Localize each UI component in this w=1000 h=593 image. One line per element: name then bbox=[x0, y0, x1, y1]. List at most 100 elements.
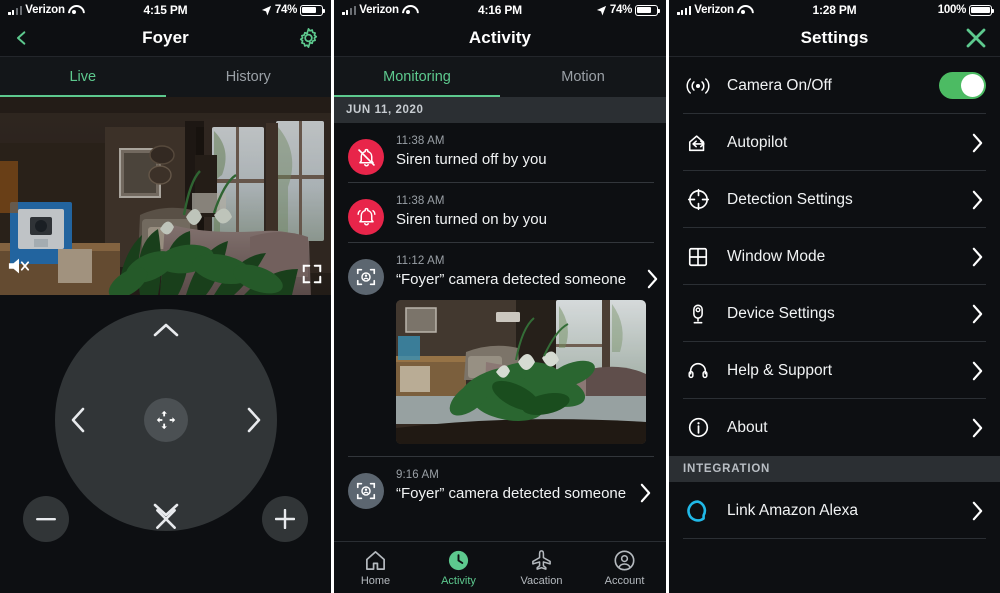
event-time: 11:12 AM bbox=[396, 254, 445, 267]
chevron-right-icon bbox=[972, 247, 983, 266]
settings-button[interactable] bbox=[298, 28, 319, 49]
panel-live-camera: Verizon 4:15 PM 74% Foyer Live History bbox=[0, 0, 331, 593]
battery-percent-label: 74% bbox=[274, 4, 297, 16]
ptz-recenter-button[interactable] bbox=[143, 398, 188, 442]
activity-event-row[interactable]: 11:12 AM “Foyer” camera detected someone bbox=[334, 243, 666, 458]
chevron-right-icon bbox=[972, 190, 983, 209]
minus-icon bbox=[36, 518, 56, 521]
settings-row-device-settings[interactable]: Device Settings bbox=[669, 285, 1000, 342]
tab-history[interactable]: History bbox=[166, 57, 332, 97]
chevron-right-icon bbox=[972, 361, 983, 380]
battery-percent-label: 74% bbox=[609, 4, 632, 16]
settings-row-chevron bbox=[971, 418, 986, 438]
ptz-control-area bbox=[0, 295, 331, 553]
activity-event-row[interactable]: 9:16 AM “Foyer” camera detected someone bbox=[334, 457, 666, 517]
settings-row-window-mode[interactable]: Window Mode bbox=[669, 228, 1000, 285]
activity-event-list[interactable]: 11:38 AM Siren turned off by you 11:38 A… bbox=[334, 123, 666, 541]
tab-vacation[interactable]: Vacation bbox=[500, 542, 583, 593]
settings-row-label: Help & Support bbox=[727, 361, 833, 379]
settings-row-chevron bbox=[971, 133, 986, 153]
nav-bar-activity: Activity bbox=[334, 20, 666, 57]
chevron-right-icon bbox=[972, 501, 983, 520]
home-arrows-icon bbox=[683, 132, 713, 154]
event-time: 11:38 AM bbox=[396, 194, 445, 207]
status-right-group: 74% bbox=[596, 4, 661, 16]
status-right-group: 100% bbox=[938, 4, 995, 16]
ptz-right-button[interactable] bbox=[245, 406, 263, 434]
event-detail-chevron[interactable] bbox=[646, 269, 663, 289]
tab-motion-label: Motion bbox=[561, 69, 605, 85]
settings-row-autopilot[interactable]: Autopilot bbox=[669, 114, 1000, 171]
chevron-right-icon bbox=[972, 133, 983, 152]
tab-home[interactable]: Home bbox=[334, 542, 417, 593]
tab-live-label: Live bbox=[69, 69, 97, 85]
live-video-feed[interactable] bbox=[0, 97, 331, 295]
settings-row-about[interactable]: About bbox=[669, 399, 1000, 456]
close-x-icon bbox=[966, 28, 986, 48]
zoom-in-button[interactable] bbox=[262, 496, 308, 542]
ptz-up-button[interactable] bbox=[152, 321, 180, 339]
airplane-icon bbox=[532, 549, 551, 570]
close-ptz-button[interactable] bbox=[153, 506, 179, 532]
settings-row-link-amazon-alexa[interactable]: Link Amazon Alexa bbox=[669, 482, 1000, 539]
location-arrow-icon bbox=[261, 5, 271, 16]
fullscreen-expand-icon[interactable] bbox=[301, 263, 323, 285]
tab-motion[interactable]: Motion bbox=[500, 57, 666, 97]
tab-live[interactable]: Live bbox=[0, 57, 166, 97]
settings-row-label: Autopilot bbox=[727, 133, 788, 151]
bell-ringing-icon bbox=[348, 198, 384, 235]
event-text: “Foyer” camera detected someone bbox=[396, 485, 627, 503]
alexa-icon bbox=[683, 499, 713, 523]
settings-row-camera-on-off[interactable]: Camera On/Off bbox=[669, 57, 1000, 114]
activity-event-row[interactable]: 11:38 AM Siren turned off by you bbox=[334, 123, 666, 183]
settings-row-detection-settings[interactable]: Detection Settings bbox=[669, 171, 1000, 228]
gear-icon bbox=[299, 28, 318, 48]
tab-bar-live-history: Live History bbox=[0, 57, 331, 97]
status-right-group: 74% bbox=[261, 4, 326, 16]
settings-row-chevron bbox=[971, 361, 986, 381]
tab-monitoring-label: Monitoring bbox=[383, 69, 451, 85]
activity-event-row[interactable]: 11:38 AM Siren turned on by you bbox=[334, 183, 666, 243]
tab-activity[interactable]: Activity bbox=[417, 542, 500, 593]
nav-bar-settings: Settings bbox=[669, 20, 1000, 57]
camera-power-toggle[interactable] bbox=[939, 72, 986, 99]
tab-bar-monitoring-motion: Monitoring Motion bbox=[334, 57, 666, 97]
date-section-header: JUN 11, 2020 bbox=[334, 97, 666, 123]
zoom-out-button[interactable] bbox=[23, 496, 69, 542]
settings-row-chevron bbox=[971, 190, 986, 210]
person-detect-icon bbox=[348, 258, 384, 295]
speaker-muted-icon[interactable] bbox=[6, 255, 32, 277]
bottom-tab-bar: Home Activity Vacation Account bbox=[334, 541, 666, 593]
chevron-right-icon bbox=[247, 407, 260, 433]
close-settings-button[interactable] bbox=[964, 26, 988, 50]
chevron-right-icon bbox=[640, 483, 651, 503]
clock-icon bbox=[448, 550, 469, 570]
back-button[interactable] bbox=[13, 26, 30, 50]
battery-icon bbox=[635, 4, 661, 16]
settings-row-help-support[interactable]: Help & Support bbox=[669, 342, 1000, 399]
location-arrow-icon bbox=[596, 5, 606, 16]
event-thumbnail[interactable] bbox=[396, 300, 646, 445]
event-detail-chevron[interactable] bbox=[639, 483, 656, 503]
tab-activity-label: Activity bbox=[441, 574, 476, 587]
settings-row-chevron bbox=[971, 247, 986, 267]
tab-monitoring[interactable]: Monitoring bbox=[334, 57, 500, 97]
event-text: Siren turned on by you bbox=[396, 210, 547, 228]
settings-row-label: Camera On/Off bbox=[727, 76, 832, 94]
bell-slash-icon bbox=[348, 139, 384, 175]
target-circle-icon bbox=[683, 188, 713, 211]
three-panel-screenshot: Verizon 4:15 PM 74% Foyer Live History V… bbox=[0, 0, 1000, 593]
event-thumbnail-image bbox=[396, 300, 646, 445]
battery-icon bbox=[300, 4, 326, 16]
tab-account[interactable]: Account bbox=[583, 542, 666, 593]
camera-device-icon bbox=[683, 302, 713, 326]
event-time: 11:38 AM bbox=[396, 135, 445, 147]
person-detect-icon bbox=[348, 473, 384, 510]
nav-bar-live: Foyer bbox=[0, 20, 331, 57]
chevron-up-icon bbox=[153, 323, 178, 337]
event-time: 9:16 AM bbox=[396, 469, 439, 482]
home-icon bbox=[366, 550, 385, 570]
ptz-left-button[interactable] bbox=[69, 406, 87, 434]
settings-row-label: Link Amazon Alexa bbox=[727, 501, 858, 519]
settings-row-label: Window Mode bbox=[727, 247, 826, 265]
